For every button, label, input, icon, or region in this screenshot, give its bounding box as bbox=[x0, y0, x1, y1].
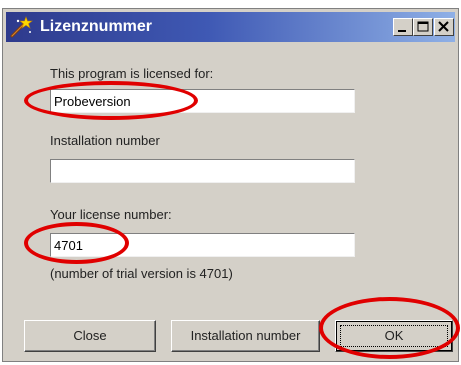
trial-note: (number of trial version is 4701) bbox=[50, 266, 233, 281]
magic-wand-icon bbox=[10, 16, 33, 38]
license-number-label: Your license number: bbox=[50, 207, 172, 222]
ok-button[interactable]: OK bbox=[335, 320, 453, 352]
title-bar[interactable]: Lizenznummer bbox=[6, 12, 455, 42]
license-dialog: Lizenznummer This program is licensed fo… bbox=[2, 8, 459, 362]
installation-number-label: Installation number bbox=[50, 133, 160, 148]
installation-number-button[interactable]: Installation number bbox=[171, 320, 320, 352]
maximize-icon bbox=[417, 21, 429, 32]
licensed-for-label: This program is licensed for: bbox=[50, 66, 214, 81]
window-title: Lizenznummer bbox=[40, 18, 153, 35]
installation-number-field[interactable] bbox=[50, 159, 355, 183]
licensed-for-field[interactable] bbox=[50, 89, 355, 113]
close-icon bbox=[438, 21, 449, 32]
maximize-button[interactable] bbox=[413, 18, 433, 36]
close-button[interactable]: Close bbox=[24, 320, 156, 352]
close-window-button[interactable] bbox=[434, 18, 454, 36]
license-number-field[interactable] bbox=[50, 233, 355, 257]
minimize-icon bbox=[398, 30, 406, 32]
focus-rect bbox=[340, 325, 448, 347]
minimize-button[interactable] bbox=[393, 18, 413, 36]
